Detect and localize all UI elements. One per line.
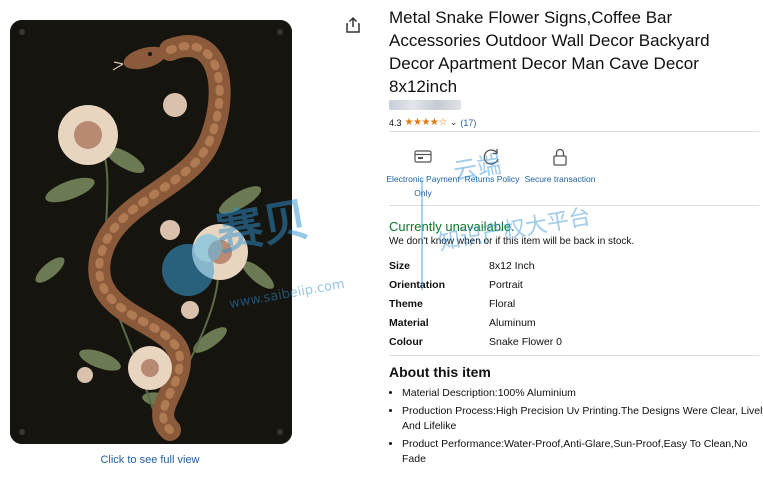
full-view-link[interactable]: Click to see full view [0, 454, 300, 466]
product-title: Metal Snake Flower Signs,Coffee Bar Acce… [389, 8, 710, 96]
list-item: Production Process:High Precision Uv Pri… [402, 404, 763, 434]
share-icon[interactable] [344, 16, 362, 34]
spec-key: Orientation [389, 278, 446, 291]
feature-label: Secure transaction [524, 174, 596, 184]
spec-value: Snake Flower 0 [489, 335, 562, 348]
about-heading: About this item [389, 364, 491, 380]
rating-count-link[interactable]: (17) [460, 118, 476, 128]
card-payment-icon [414, 150, 432, 163]
product-spec-table: Size 8x12 Inch Orientation Portrait Them… [389, 256, 759, 351]
availability-note: We don't know when or if this item will … [389, 236, 635, 247]
spec-key: Size [389, 259, 411, 272]
spec-key: Theme [389, 297, 423, 310]
feature-payment[interactable]: Electronic Payment Only [383, 146, 463, 200]
list-item: Material Description:100% Aluminium [402, 386, 763, 401]
about-bullets: Material Description:100% Aluminium Prod… [389, 386, 763, 470]
lock-icon [553, 148, 567, 166]
star-rating-icon[interactable]: ★★★★☆ [405, 117, 448, 128]
list-item: Product Performance:Water-Proof,Anti-Gla… [402, 437, 763, 467]
spec-value: Portrait [489, 278, 523, 291]
table-row: Orientation Portrait [389, 275, 759, 294]
spec-key: Material [389, 316, 429, 329]
spec-key: Colour [389, 335, 423, 348]
rating-row[interactable]: 4.3 ★★★★☆ ⌄ (17) [389, 117, 476, 128]
table-row: Colour Snake Flower 0 [389, 332, 759, 351]
table-row: Material Aluminum [389, 313, 759, 332]
returns-icon [483, 149, 499, 165]
divider [389, 131, 759, 132]
feature-secure[interactable]: Secure transaction [520, 146, 600, 186]
rating-value: 4.3 [389, 117, 402, 128]
spec-value: Floral [489, 297, 516, 310]
redacted-brand [389, 100, 461, 110]
divider [389, 205, 759, 206]
spec-value: Aluminum [489, 316, 536, 329]
feature-label: Electronic Payment Only [386, 174, 460, 198]
snake-flower-artwork [10, 20, 292, 444]
divider [389, 355, 759, 356]
table-row: Theme Floral [389, 294, 759, 313]
availability-status: Currently unavailable. [389, 219, 515, 234]
product-image[interactable] [10, 20, 292, 444]
chevron-down-icon[interactable]: ⌄ [450, 117, 458, 128]
table-row: Size 8x12 Inch [389, 256, 759, 275]
spec-value: 8x12 Inch [489, 259, 535, 272]
